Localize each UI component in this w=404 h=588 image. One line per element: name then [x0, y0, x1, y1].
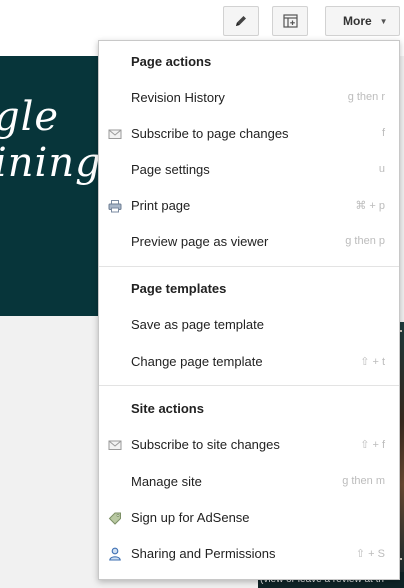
menu-item-subscribe-site[interactable]: Subscribe to site changes ⇧ + f: [99, 432, 399, 458]
menu-item-print-page[interactable]: Print page ⌘ + p: [99, 193, 399, 219]
site-banner: gle ining: [0, 56, 112, 316]
printer-icon: [108, 200, 122, 213]
menu-item-sharing-permissions[interactable]: Sharing and Permissions ⇧ + S: [99, 541, 399, 567]
menu-item-save-as-template[interactable]: Save as page template: [99, 312, 399, 338]
section-title-page-actions: Page actions: [131, 54, 212, 69]
shortcut-hint: f: [381, 127, 385, 139]
menu-item-page-settings[interactable]: Page settings u: [99, 157, 399, 183]
menu-item-change-template[interactable]: Change page template ⇧ + t: [99, 349, 399, 375]
shortcut-hint: ⇧ + f: [360, 439, 385, 451]
section-title-page-templates: Page templates: [131, 281, 227, 296]
shortcut-hint: g then m: [342, 475, 385, 487]
new-page-button[interactable]: [272, 6, 308, 36]
menu-item-preview-as-viewer[interactable]: Preview page as viewer g then p: [99, 229, 399, 255]
shortcut-hint: ⇧ + S: [355, 548, 385, 560]
edit-page-button[interactable]: [223, 6, 259, 36]
envelope-icon: [108, 129, 122, 139]
menu-item-adsense[interactable]: Sign up for AdSense: [99, 505, 399, 531]
section-title-site-actions: Site actions: [131, 401, 204, 416]
envelope-icon: [108, 440, 122, 450]
shortcut-hint: u: [378, 163, 385, 175]
pencil-icon: [236, 16, 246, 26]
more-actions-button[interactable]: More ▼: [325, 6, 400, 36]
shortcut-hint: g then r: [347, 91, 385, 103]
person-icon: [109, 547, 121, 561]
shortcut-hint: g then p: [345, 235, 385, 247]
menu-item-subscribe-page[interactable]: Subscribe to page changes f: [99, 121, 399, 147]
banner-title: gle ining: [0, 94, 102, 186]
menu-divider: [99, 385, 399, 386]
shortcut-hint: ⌘ + p: [355, 200, 385, 212]
menu-item-manage-site[interactable]: Manage site g then m: [99, 469, 399, 495]
shortcut-hint: ⇧ + t: [360, 356, 385, 368]
page-layout-icon: [282, 14, 298, 28]
caret-down-icon: ▼: [379, 16, 388, 26]
menu-item-revision-history[interactable]: Revision History g then r: [99, 85, 399, 111]
menu-divider: [99, 266, 399, 267]
more-actions-menu: Page actions Revision History g then r S…: [98, 40, 400, 580]
tag-icon: [108, 512, 121, 525]
more-label: More: [343, 14, 372, 28]
